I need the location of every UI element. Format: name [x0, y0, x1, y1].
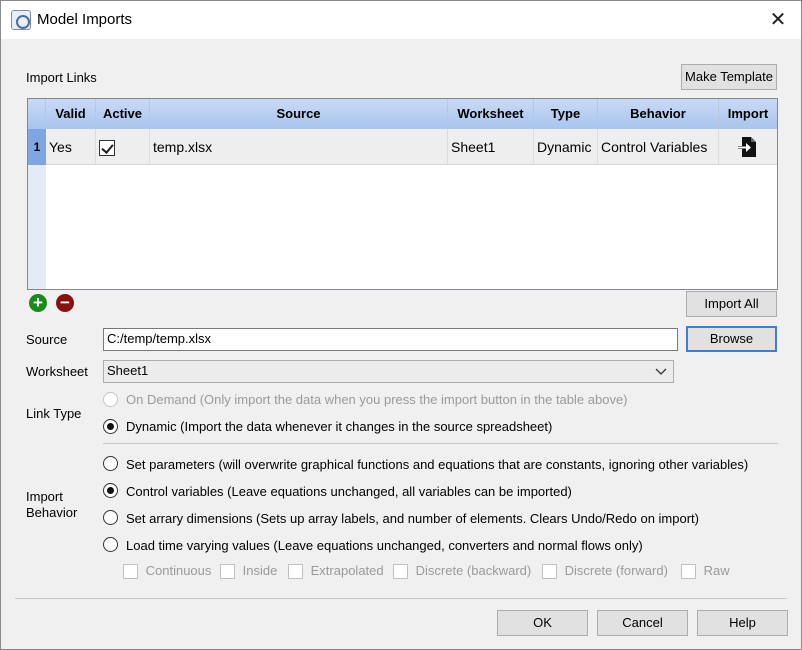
make-template-button[interactable]: Make Template — [681, 64, 777, 90]
import-behavior-label: Import Behavior — [26, 489, 77, 521]
cell-worksheet[interactable]: Sheet1 — [448, 129, 534, 165]
discrete-forward-option[interactable]: Discrete (forward) — [542, 563, 668, 581]
header-behavior[interactable]: Behavior — [598, 99, 719, 129]
worksheet-label: Worksheet — [26, 364, 88, 379]
control-variables-label: Control variables (Leave equations uncha… — [126, 484, 572, 499]
import-behavior-label-line1: Import — [26, 489, 63, 504]
dynamic-label: Dynamic (Import the data whenever it cha… — [126, 419, 553, 434]
extrapolated-option[interactable]: Extrapolated — [288, 563, 384, 581]
plus-icon[interactable]: + — [29, 294, 47, 312]
on-demand-label: On Demand (Only import the data when you… — [126, 392, 628, 407]
browse-button[interactable]: Browse — [686, 326, 777, 352]
extrapolated-checkbox[interactable] — [288, 564, 303, 580]
cell-type[interactable]: Dynamic — [534, 129, 598, 165]
divider — [103, 443, 778, 444]
control-variables-radio[interactable] — [103, 483, 118, 498]
cell-source[interactable]: temp.xlsx — [150, 129, 448, 165]
load-time-varying-label: Load time varying values (Leave equation… — [126, 538, 643, 553]
raw-checkbox[interactable] — [681, 564, 696, 580]
active-checkbox[interactable] — [99, 140, 115, 157]
title-bar: Model Imports ✕ — [1, 1, 801, 39]
header-rownum — [28, 99, 46, 129]
set-parameters-label: Set parameters (will overwrite graphical… — [126, 457, 749, 472]
inside-option[interactable]: Inside — [220, 563, 277, 581]
cancel-button[interactable]: Cancel — [597, 610, 688, 636]
header-worksheet[interactable]: Worksheet — [448, 99, 534, 129]
discrete-forward-checkbox[interactable] — [542, 564, 557, 580]
source-input[interactable]: C:/temp/temp.xlsx — [103, 328, 678, 351]
discrete-backward-checkbox[interactable] — [393, 564, 408, 580]
close-button[interactable]: ✕ — [755, 1, 801, 39]
source-label: Source — [26, 332, 68, 347]
discrete-backward-label: Discrete (backward) — [415, 563, 532, 578]
inside-checkbox[interactable] — [220, 564, 235, 580]
window-title: Model Imports — [37, 11, 133, 28]
header-active[interactable]: Active — [96, 99, 150, 129]
continuous-option[interactable]: Continuous — [123, 563, 211, 581]
model-imports-dialog: Model Imports ✕ Import Links Make Templa… — [0, 0, 802, 650]
load-time-varying-radio[interactable] — [103, 537, 118, 552]
minus-icon[interactable]: − — [56, 294, 74, 312]
import-file-icon[interactable] — [737, 135, 759, 159]
import-all-button[interactable]: Import All — [686, 291, 777, 317]
inside-label: Inside — [242, 563, 278, 578]
chevron-down-icon — [655, 368, 667, 375]
raw-option[interactable]: Raw — [681, 563, 730, 581]
cell-import[interactable] — [719, 129, 777, 165]
link-type-label: Link Type — [26, 406, 82, 421]
help-button[interactable]: Help — [697, 610, 788, 636]
discrete-forward-label: Discrete (forward) — [564, 563, 668, 578]
header-import[interactable]: Import — [719, 99, 777, 129]
header-source[interactable]: Source — [150, 99, 448, 129]
set-array-dimensions-radio[interactable] — [103, 510, 118, 525]
import-links-label: Import Links — [26, 70, 97, 85]
discrete-backward-option[interactable]: Discrete (backward) — [393, 563, 531, 581]
ok-button[interactable]: OK — [497, 610, 588, 636]
footer-divider — [15, 598, 787, 599]
raw-label: Raw — [703, 563, 730, 578]
table-header: Valid Active Source Worksheet Type Behav… — [28, 99, 777, 129]
set-array-dimensions-label: Set arrary dimensions (Sets up array lab… — [126, 511, 699, 526]
dynamic-radio[interactable] — [103, 419, 118, 434]
worksheet-select[interactable]: Sheet1 — [103, 360, 674, 383]
header-type[interactable]: Type — [534, 99, 598, 129]
worksheet-value: Sheet1 — [107, 363, 149, 378]
header-valid[interactable]: Valid — [46, 99, 96, 129]
import-behavior-label-line2: Behavior — [26, 505, 78, 520]
extrapolated-label: Extrapolated — [310, 563, 384, 578]
continuous-label: Continuous — [145, 563, 212, 578]
on-demand-radio[interactable] — [103, 392, 118, 407]
cell-valid: Yes — [46, 129, 96, 165]
import-links-table: Valid Active Source Worksheet Type Behav… — [27, 98, 778, 290]
continuous-checkbox[interactable] — [123, 564, 138, 580]
table-row[interactable]: 1 Yes temp.xlsx Sheet1 Dynamic Control V… — [28, 129, 777, 165]
cell-behavior[interactable]: Control Variables — [598, 129, 719, 165]
set-parameters-radio[interactable] — [103, 456, 118, 471]
app-icon — [11, 10, 31, 30]
row-number: 1 — [28, 129, 46, 165]
cell-active[interactable] — [96, 129, 150, 165]
